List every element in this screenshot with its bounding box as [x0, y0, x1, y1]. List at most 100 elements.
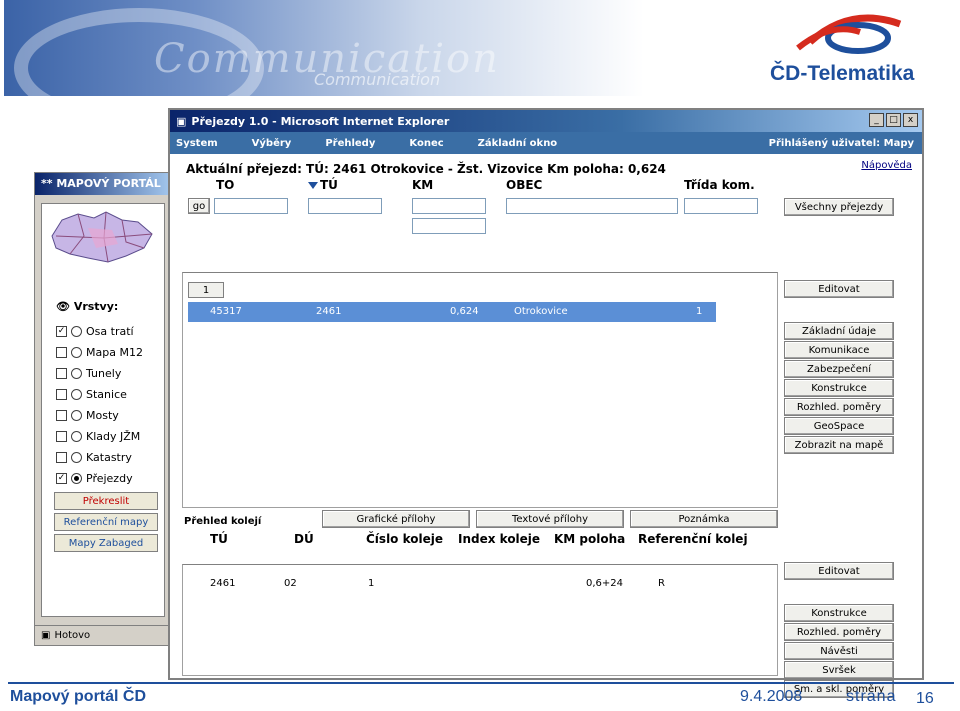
- trida-input[interactable]: [684, 198, 758, 214]
- map-portal-window: ** MAPOVÝ PORTÁL 👁 Vrstvy: ✓ Osa tratí M…: [34, 172, 174, 646]
- map-panel: 👁 Vrstvy: ✓ Osa tratí Mapa M12 Tunely St…: [41, 203, 165, 617]
- reference-maps-button[interactable]: Referenční mapy: [54, 513, 158, 531]
- header-banner: Communication Communication: [4, 0, 644, 96]
- go-button[interactable]: go: [188, 198, 210, 214]
- radio[interactable]: [71, 472, 82, 484]
- col-referencni-kolej: Referenční kolej: [638, 532, 748, 546]
- radio[interactable]: [71, 346, 82, 358]
- menu-system[interactable]: System: [176, 138, 218, 149]
- layer-mapa-m12[interactable]: Mapa M12: [56, 343, 143, 361]
- tab-text-attachments[interactable]: Textové přílohy: [476, 510, 624, 528]
- checkbox[interactable]: [56, 409, 67, 421]
- km-input-to[interactable]: [412, 218, 486, 234]
- radio[interactable]: [71, 451, 82, 463]
- current-crossing: Aktuální přejezd: TÚ: 2461 Otrokovice - …: [186, 162, 666, 176]
- cell-km: 0,624: [450, 306, 479, 317]
- page-tab[interactable]: 1: [188, 282, 224, 298]
- layer-label: Osa tratí: [86, 324, 134, 338]
- layer-label: Mapa M12: [86, 345, 143, 359]
- cell-obec: Otrokovice: [514, 306, 568, 317]
- sort-down-icon[interactable]: [308, 182, 318, 189]
- edit-track-button[interactable]: Editovat: [784, 562, 894, 580]
- layer-klady[interactable]: Klady JŽM: [56, 427, 140, 445]
- redraw-button[interactable]: Překreslit: [54, 492, 158, 510]
- checkbox[interactable]: [56, 430, 67, 442]
- layer-stanice[interactable]: Stanice: [56, 385, 127, 403]
- menu-vybery[interactable]: Výběry: [252, 138, 292, 149]
- table-row[interactable]: 45317 2461 0,624 Otrokovice 1: [188, 302, 716, 322]
- checkbox[interactable]: ✓: [56, 472, 67, 484]
- minimize-button[interactable]: _: [869, 113, 884, 127]
- footer-title: Mapový portál ČD: [10, 688, 147, 705]
- cell-cislo: 1: [368, 578, 375, 589]
- tab-graphic-attachments[interactable]: Grafické přílohy: [322, 510, 470, 528]
- cell-to: 45317: [210, 306, 242, 317]
- tu-input[interactable]: [308, 198, 382, 214]
- col-tu: TÚ: [210, 532, 228, 546]
- ie-page-icon: ▣: [41, 630, 51, 641]
- maximize-button[interactable]: □: [886, 113, 901, 127]
- radio[interactable]: [71, 367, 82, 379]
- col-du: DÚ: [294, 532, 314, 546]
- radio[interactable]: [71, 388, 82, 400]
- layers-heading: 👁 Vrstvy:: [56, 300, 118, 313]
- window-titlebar: ▣ Přejezdy 1.0 - Microsoft Internet Expl…: [170, 110, 922, 132]
- banner-subtext: Communication: [314, 70, 441, 89]
- signals-button[interactable]: Návěsti: [784, 642, 894, 660]
- label-km: KM: [412, 178, 434, 192]
- checkbox[interactable]: [56, 451, 67, 463]
- layer-mosty[interactable]: Mosty: [56, 406, 119, 424]
- cd-logo-icon: [796, 14, 902, 54]
- superstructure-button[interactable]: Svršek: [784, 661, 894, 679]
- zabaged-maps-button[interactable]: Mapy Zabaged: [54, 534, 158, 552]
- geospace-button[interactable]: GeoSpace: [784, 417, 894, 435]
- radio[interactable]: [71, 409, 82, 421]
- menu-konec[interactable]: Konec: [409, 138, 443, 149]
- km-input-from[interactable]: [412, 198, 486, 214]
- checkbox[interactable]: [56, 346, 67, 358]
- checkbox[interactable]: [56, 367, 67, 379]
- obec-input[interactable]: [506, 198, 678, 214]
- track-visibility-button[interactable]: Rozhled. poměry: [784, 623, 894, 641]
- cell-du: 02: [284, 578, 297, 589]
- layers-heading-label: Vrstvy:: [73, 300, 119, 313]
- logo-text: ČD-Telematika: [770, 62, 915, 85]
- radio[interactable]: [71, 430, 82, 442]
- menu-zakladni-okno[interactable]: Základní okno: [478, 138, 558, 149]
- basic-data-button[interactable]: Základní údaje: [784, 322, 894, 340]
- menu-prehledy[interactable]: Přehledy: [325, 138, 375, 149]
- col-cislo-koleje: Číslo koleje: [366, 532, 444, 546]
- visibility-button[interactable]: Rozhled. poměry: [784, 398, 894, 416]
- prejezdy-window: ▣ Přejezdy 1.0 - Microsoft Internet Expl…: [168, 108, 924, 698]
- show-on-map-button[interactable]: Zobrazit na mapě: [784, 436, 894, 454]
- checkbox[interactable]: ✓: [56, 325, 67, 337]
- layer-label: Klady JŽM: [86, 429, 141, 443]
- layer-osa-trati[interactable]: ✓ Osa tratí: [56, 322, 134, 340]
- tab-note[interactable]: Poznámka: [630, 510, 778, 528]
- tracks-overview-title: Přehled kolejí: [184, 516, 262, 527]
- czech-map-thumbnail[interactable]: [48, 208, 158, 268]
- help-link[interactable]: Nápověda: [861, 160, 912, 171]
- label-obec: OBEC: [506, 178, 543, 192]
- layer-tunely[interactable]: Tunely: [56, 364, 121, 382]
- checkbox[interactable]: [56, 388, 67, 400]
- footer-page-label: strana: [846, 688, 897, 705]
- ie-icon: ▣: [176, 114, 187, 128]
- track-construction-button[interactable]: Konstrukce: [784, 604, 894, 622]
- layer-katastry[interactable]: Katastry: [56, 448, 132, 466]
- status-text: Hotovo: [54, 630, 91, 641]
- layer-label: Stanice: [86, 387, 127, 401]
- security-button[interactable]: Zabezpečení: [784, 360, 894, 378]
- window-controls: _ □ x: [869, 113, 918, 127]
- construction-button[interactable]: Konstrukce: [784, 379, 894, 397]
- communication-button[interactable]: Komunikace: [784, 341, 894, 359]
- all-crossings-button[interactable]: Všechny přejezdy: [784, 198, 894, 216]
- radio[interactable]: [71, 325, 82, 337]
- footer-date: 9.4.2008: [740, 688, 803, 705]
- layer-prejezdy[interactable]: ✓ Přejezdy: [56, 469, 133, 487]
- close-button[interactable]: x: [903, 113, 918, 127]
- edit-button[interactable]: Editovat: [784, 280, 894, 298]
- to-input[interactable]: [214, 198, 288, 214]
- cell-tu: 2461: [210, 578, 236, 589]
- layer-label: Přejezdy: [86, 471, 133, 485]
